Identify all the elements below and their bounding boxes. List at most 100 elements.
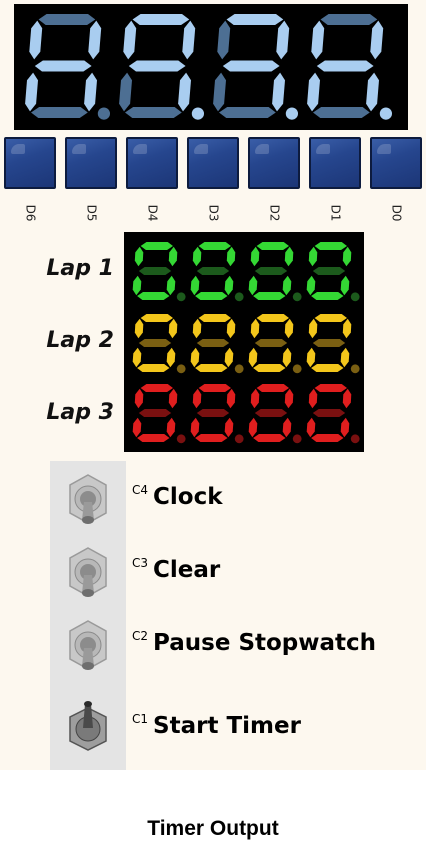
segment-a xyxy=(198,314,231,322)
segment-a xyxy=(140,314,173,322)
segment-a xyxy=(198,384,231,392)
segment-f xyxy=(308,388,318,409)
segment-a xyxy=(140,242,173,250)
switch-label-c4: C4 Clock xyxy=(132,483,223,510)
switch-label-c2: C2 Pause Stopwatch xyxy=(132,629,376,656)
segment-a xyxy=(314,242,347,250)
segment-c xyxy=(282,347,292,368)
segment-e xyxy=(190,275,200,296)
toggle-switch-c2[interactable] xyxy=(64,618,112,672)
toggle-switch-c1[interactable] xyxy=(64,698,112,752)
segment-b xyxy=(226,246,236,267)
segment-f xyxy=(250,388,260,409)
segment-c xyxy=(340,347,350,368)
segment-d xyxy=(311,434,344,442)
segment-f xyxy=(134,318,144,339)
segment-f xyxy=(123,20,137,60)
segment-a xyxy=(140,384,173,392)
lap-3-digit-4 xyxy=(306,384,360,444)
decimal-point xyxy=(350,292,360,302)
segment-a xyxy=(198,242,231,250)
segment-e xyxy=(132,417,142,438)
led-label-d3: D3 xyxy=(206,204,220,222)
segment-g xyxy=(196,339,230,347)
segment-f xyxy=(134,388,144,409)
segment-a xyxy=(38,14,96,25)
segment-d xyxy=(137,364,170,372)
segment-d xyxy=(313,107,370,118)
decimal-point xyxy=(191,107,204,120)
led-d6 xyxy=(4,137,56,189)
segment-b xyxy=(168,318,178,339)
segment-b xyxy=(342,318,352,339)
segment-c xyxy=(282,417,292,438)
segment-d xyxy=(311,364,344,372)
main-digit-4 xyxy=(307,14,392,120)
segment-c xyxy=(340,417,350,438)
led-label-d6: D6 xyxy=(23,204,37,222)
led-label-d1: D1 xyxy=(328,204,342,222)
lap-2-digit-3 xyxy=(248,314,302,374)
segment-b xyxy=(226,388,236,409)
switch-name-clock: Clock xyxy=(153,484,223,510)
segment-g xyxy=(138,339,172,347)
segment-c xyxy=(84,72,97,112)
segment-e xyxy=(306,417,316,438)
segment-f xyxy=(192,318,202,339)
main-seven-segment-display xyxy=(14,4,408,130)
decimal-point xyxy=(285,107,298,120)
segment-b xyxy=(168,246,178,267)
toggle-switch-c3[interactable] xyxy=(64,545,112,599)
led-label-d2: D2 xyxy=(267,204,281,222)
segment-d xyxy=(311,292,344,300)
decimal-point xyxy=(292,292,302,302)
segment-g xyxy=(128,60,186,72)
decimal-point xyxy=(176,292,186,302)
decimal-point xyxy=(97,107,110,120)
lap-1-digit-2 xyxy=(190,242,244,302)
segment-c xyxy=(224,275,234,296)
segment-b xyxy=(284,246,294,267)
segment-d xyxy=(195,364,228,372)
segment-b xyxy=(370,20,384,60)
lap-1-label: Lap 1 xyxy=(46,256,114,281)
lap-1-digit-3 xyxy=(248,242,302,302)
channel-c3: C3 xyxy=(132,556,149,570)
segment-e xyxy=(25,72,38,112)
segment-f xyxy=(192,388,202,409)
led-d5 xyxy=(65,137,117,189)
led-d2 xyxy=(248,137,300,189)
segment-g xyxy=(316,60,374,72)
segment-g xyxy=(196,267,230,275)
board-panel: D6 D5 D4 D3 D2 D1 D0 Lap 1 Lap 2 Lap 3 C… xyxy=(0,0,426,770)
lap-1-digit-1 xyxy=(132,242,186,302)
segment-c xyxy=(366,72,379,112)
segment-f xyxy=(217,20,231,60)
decimal-point xyxy=(292,434,302,444)
segment-d xyxy=(195,434,228,442)
footer-title: Timer Output xyxy=(147,817,279,840)
segment-g xyxy=(138,409,172,417)
decimal-point xyxy=(379,107,392,120)
segment-g xyxy=(254,339,288,347)
main-digit-3 xyxy=(213,14,298,120)
segment-f xyxy=(250,318,260,339)
channel-c2: C2 xyxy=(132,629,149,643)
lap-2-digit-4 xyxy=(306,314,360,374)
segment-e xyxy=(132,275,142,296)
segment-c xyxy=(272,72,285,112)
segment-d xyxy=(137,434,170,442)
segment-e xyxy=(119,72,132,112)
led-d4 xyxy=(126,137,178,189)
segment-f xyxy=(308,318,318,339)
segment-c xyxy=(340,275,350,296)
segment-a xyxy=(226,14,284,25)
segment-e xyxy=(213,72,226,112)
segment-a xyxy=(132,14,190,25)
toggle-switch-c4[interactable] xyxy=(64,472,112,526)
segment-b xyxy=(168,388,178,409)
segment-g xyxy=(138,267,172,275)
segment-c xyxy=(166,417,176,438)
decimal-point xyxy=(234,292,244,302)
decimal-point xyxy=(234,364,244,374)
